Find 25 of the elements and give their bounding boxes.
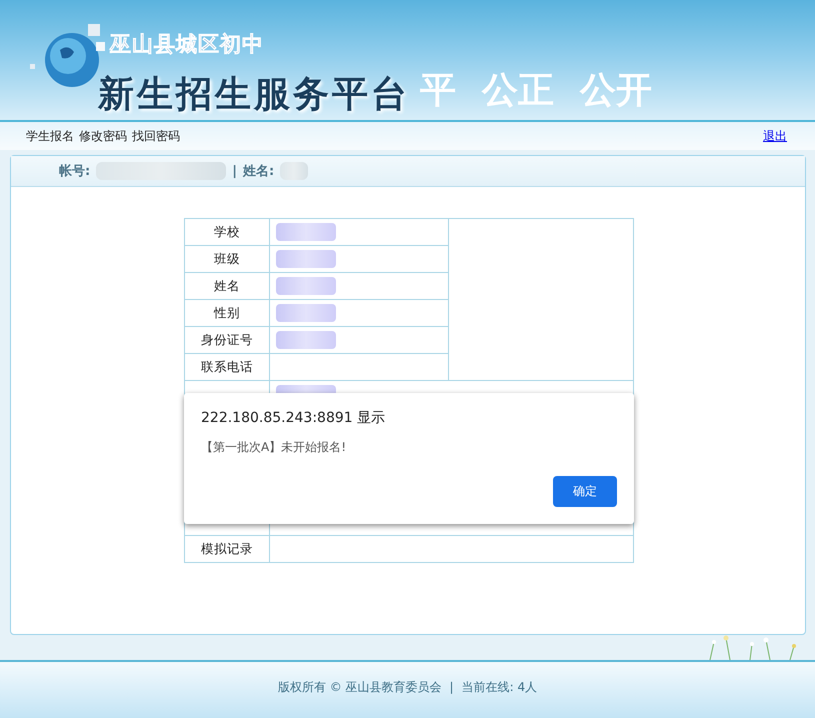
- field-label: 学校: [184, 218, 270, 246]
- field-label: 性别: [184, 300, 270, 326]
- slogan: 公正: [482, 69, 554, 113]
- nav-link[interactable]: 修改密码: [79, 128, 127, 144]
- dialog-title: 222.180.85.243:8891 显示: [201, 409, 386, 427]
- field-label: 姓名: [184, 272, 270, 300]
- online-count: 当前在线: 4人: [462, 678, 538, 696]
- nav-link[interactable]: 找回密码: [132, 128, 180, 144]
- copyright-text: 版权所有 © 巫山县教育委员会: [278, 678, 442, 696]
- logout-link[interactable]: 退出: [763, 128, 787, 144]
- field-label: 身份证号: [184, 326, 270, 354]
- dialog-message: 【第一批次A】未开始报名!: [201, 439, 348, 456]
- field-label: 联系电话: [184, 354, 270, 380]
- name-label: 姓名:: [242, 163, 274, 180]
- account-label: 帐号:: [59, 163, 90, 180]
- slogan: 平: [420, 69, 456, 113]
- field-label: 班级: [184, 246, 270, 272]
- ok-button[interactable]: 确定: [553, 476, 617, 507]
- nav-link[interactable]: 学生报名: [26, 128, 74, 144]
- banner-subtitle: 巫山县城区初中: [110, 31, 264, 58]
- banner-title: 新生招生服务平台: [98, 72, 410, 117]
- separator: |: [232, 164, 237, 178]
- slogan: 公开: [580, 69, 652, 113]
- separator: |: [450, 680, 454, 694]
- field-label: 模拟记录: [184, 536, 270, 562]
